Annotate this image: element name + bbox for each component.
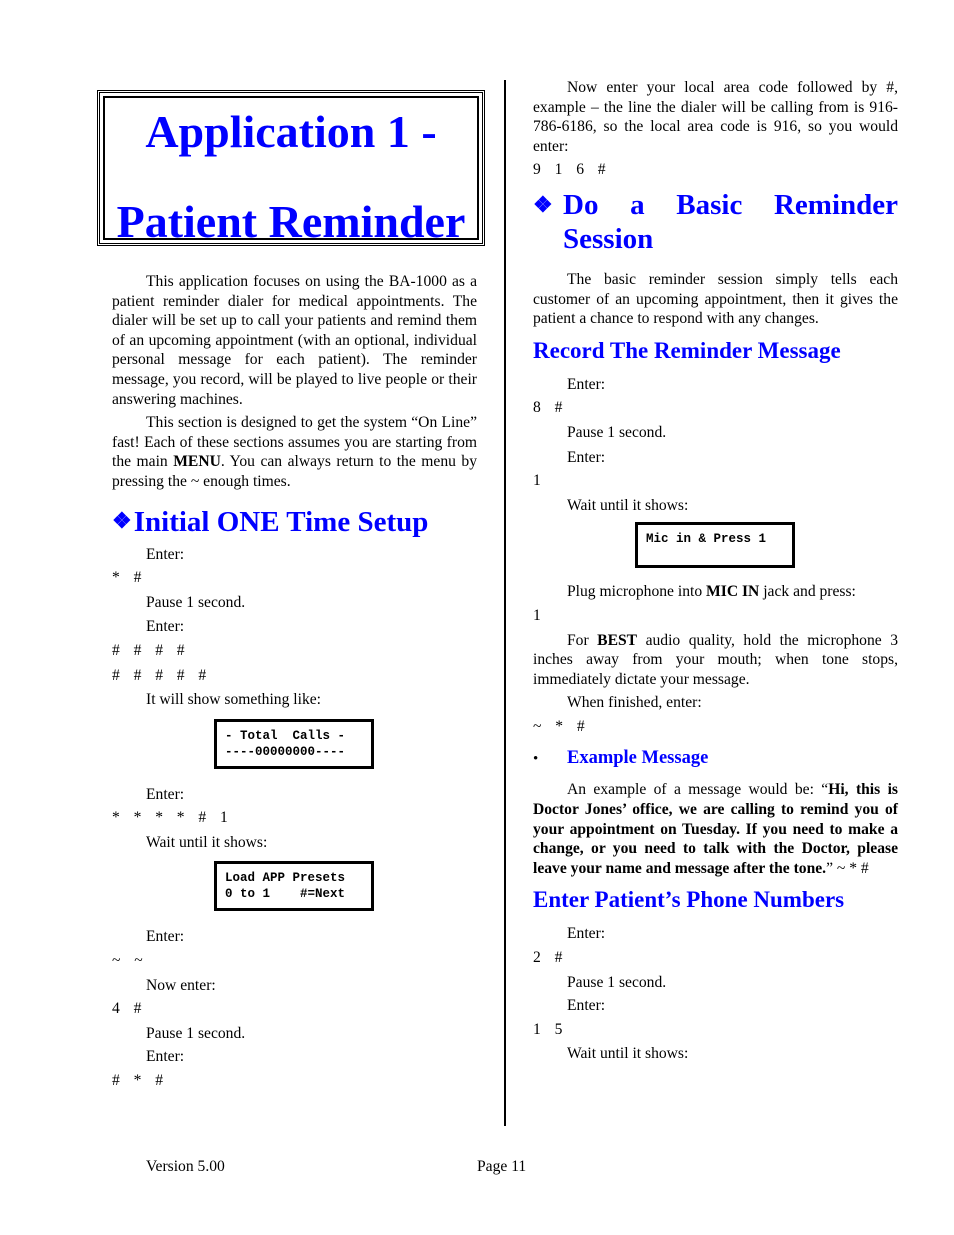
instruction: Enter: — [567, 448, 606, 466]
instruction: Pause 1 second. — [146, 1024, 246, 1042]
intro-paragraph: This application focuses on using the BA… — [112, 273, 477, 408]
instruction: Pause 1 second. — [567, 973, 667, 991]
key-sequence: # * # — [112, 1072, 163, 1090]
instruction: When finished, enter: — [567, 694, 702, 712]
key-sequence: * # — [112, 569, 142, 587]
example-message-text: An example of a message would be: “Hi, t… — [533, 781, 898, 877]
lcd-display-load-presets: Load APP Presets 0 to 1 #=Next — [214, 861, 374, 912]
section-heading-basic-session: ❖ Do a Basic Reminder Session — [533, 188, 898, 255]
footer-version: Version 5.00 — [146, 1158, 225, 1175]
instruction: Wait until it shows: — [567, 1045, 689, 1063]
key-sequence: 2 # — [533, 949, 563, 967]
lcd-display-mic-in: Mic in & Press 1 — [635, 522, 795, 569]
key-sequence: * * * * # 1 — [112, 809, 228, 827]
instruction: Enter: — [567, 925, 606, 943]
key-sequence: 8 # — [533, 399, 563, 417]
section-heading-initial-setup: ❖Initial ONE Time Setup — [112, 505, 429, 538]
instruction: Pause 1 second. — [567, 423, 667, 441]
key-sequence: # # # # — [112, 641, 185, 659]
left-column: Application 1 - Patient Reminder This ap… — [97, 90, 485, 1091]
key-sequence: 1 — [533, 606, 541, 624]
instruction: Wait until it shows: — [146, 833, 268, 851]
instruction-plug-mic: Plug microphone into MIC IN jack and pre… — [567, 583, 856, 601]
instruction: Enter: — [146, 1048, 185, 1066]
key-sequence: 9 1 6 # — [533, 161, 606, 179]
key-sequence: 1 5 — [533, 1020, 563, 1038]
column-divider — [504, 80, 506, 1126]
audio-quality-tip: For BEST audio quality, hold the microph… — [533, 631, 898, 688]
instruction: Enter: — [567, 375, 606, 393]
instruction: Pause 1 second. — [146, 593, 246, 611]
key-sequence: 4 # — [112, 1000, 142, 1018]
bullet-icon: • — [533, 751, 539, 768]
instruction: Enter: — [567, 997, 606, 1015]
key-sequence: ~ ~ — [112, 952, 143, 970]
diamond-four-icon: ❖ — [533, 191, 553, 217]
instruction: Now enter: — [146, 976, 216, 994]
key-sequence: 1 — [533, 472, 541, 490]
subsection-heading-phone-numbers: Enter Patient’s Phone Numbers — [533, 887, 845, 913]
key-sequence: # # # # # — [112, 666, 207, 684]
page-title-line1: Application 1 - — [145, 106, 437, 157]
example-message-heading: • Example Message — [533, 748, 709, 769]
footer-page-number: Page 11 — [477, 1158, 527, 1175]
title-box: Application 1 - Patient Reminder — [97, 90, 485, 247]
instruction: Enter: — [146, 928, 185, 946]
diamond-four-icon: ❖ — [112, 507, 132, 533]
instruction: Enter: — [146, 785, 185, 803]
area-code-instruction: Now enter your local area code followed … — [533, 79, 898, 155]
instruction: It will show something like: — [146, 691, 321, 709]
instruction: Wait until it shows: — [567, 496, 689, 514]
menu-bold: MENU — [173, 453, 221, 471]
right-column: Now enter your local area code followed … — [533, 78, 898, 1064]
intro-paragraph-2: This section is designed to get the syst… — [112, 414, 477, 490]
instruction: Enter: — [146, 618, 185, 636]
lcd-display-total-calls: - Total Calls - ----00000000---- — [214, 718, 374, 769]
page-title-line2: Patient Reminder — [116, 196, 466, 247]
subsection-heading-record: Record The Reminder Message — [533, 337, 841, 363]
basic-session-description: The basic reminder session simply tells … — [533, 270, 898, 328]
instruction: Enter: — [146, 545, 185, 563]
key-sequence: ~ * # — [533, 717, 585, 735]
